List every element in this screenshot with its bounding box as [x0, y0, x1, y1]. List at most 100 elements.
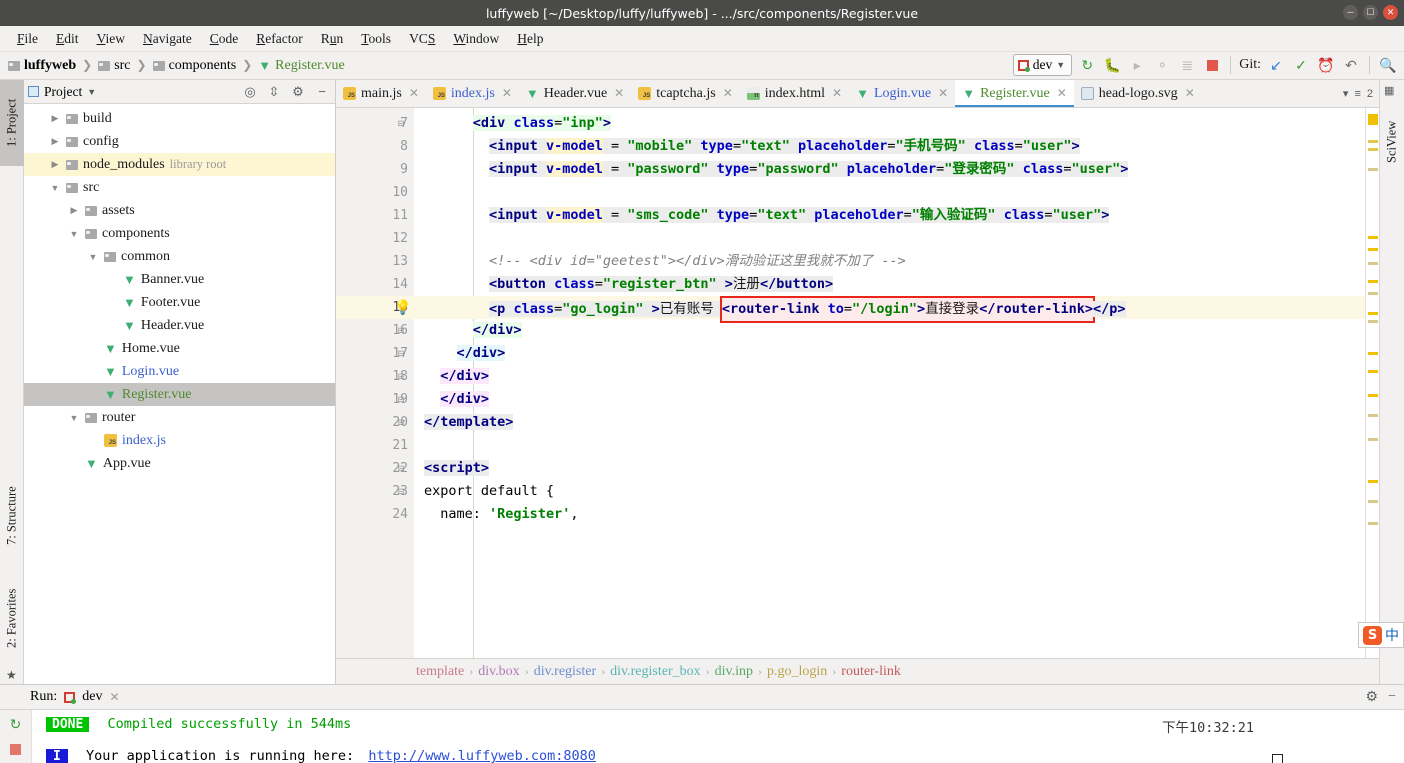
- ime-indicator[interactable]: S 中: [1358, 622, 1404, 648]
- close-icon[interactable]: ✕: [502, 86, 512, 101]
- project-tree[interactable]: ▶ build ▶ config ▶ node_modules library root ▼ s…: [24, 104, 335, 684]
- gutter-line[interactable]: 14: [336, 273, 414, 296]
- chevron-down-icon[interactable]: ▼: [68, 413, 80, 423]
- menu-help[interactable]: Help: [508, 28, 552, 50]
- run-tab-dev[interactable]: dev: [82, 689, 102, 705]
- code-breadcrumb-item[interactable]: div.box: [478, 664, 519, 680]
- gutter-line[interactable]: 13: [336, 250, 414, 273]
- minimize-button[interactable]: ─: [1343, 5, 1358, 20]
- sidebar-tab-favorites[interactable]: 2: Favorites: [0, 570, 24, 666]
- menu-code[interactable]: Code: [201, 28, 248, 50]
- tree-item-build[interactable]: ▶ build: [24, 107, 335, 130]
- gutter-line[interactable]: 18 ⊟: [336, 365, 414, 388]
- code-line[interactable]: name: 'Register',: [414, 503, 1365, 526]
- tree-item-login-vue[interactable]: ▼ Login.vue: [24, 360, 335, 383]
- close-button[interactable]: ✕: [1383, 5, 1398, 20]
- editor-tab-index-js[interactable]: JS index.js ✕: [426, 80, 519, 107]
- menu-file[interactable]: File: [8, 28, 47, 50]
- run-icon[interactable]: ↻: [1077, 55, 1097, 75]
- chevron-right-icon[interactable]: ▶: [49, 159, 61, 170]
- code-line[interactable]: <input v-model = "mobile" type="text" pl…: [414, 135, 1365, 158]
- gutter-line[interactable]: 20 ⊟: [336, 411, 414, 434]
- editor-gutter[interactable]: 7 ⊟ 8 9 10 11 12 13 14 15 💡 16 ⊟ 17 ⊟ 18 ⊟ 19 ⊟ 20 ⊟ 21 22 ⊟ 23 ⊟…: [336, 108, 414, 658]
- tree-item-src[interactable]: ▼ src: [24, 176, 335, 199]
- breadcrumb-item-file[interactable]: ▼ Register.vue: [258, 58, 344, 74]
- menu-refactor[interactable]: Refactor: [247, 28, 311, 50]
- run-with-icon[interactable]: ≣: [1177, 55, 1197, 75]
- editor-tab-tcaptcha-js[interactable]: JS tcaptcha.js ✕: [631, 80, 740, 107]
- editor-tab-overflow[interactable]: ▾ ≡ 2: [1343, 80, 1379, 107]
- chevron-down-icon[interactable]: ▼: [87, 252, 99, 262]
- search-icon[interactable]: 🔍: [1378, 55, 1398, 75]
- code-line[interactable]: </template>: [414, 411, 1365, 434]
- git-history-icon[interactable]: ⏰: [1316, 55, 1336, 75]
- code-breadcrumb-item[interactable]: div.register: [534, 664, 596, 680]
- code-line[interactable]: </div>: [414, 365, 1365, 388]
- code-breadcrumb-item[interactable]: p.go_login: [767, 664, 827, 680]
- menu-tools[interactable]: Tools: [352, 28, 400, 50]
- stop-icon[interactable]: [1202, 55, 1222, 75]
- menu-navigate[interactable]: Navigate: [134, 28, 201, 50]
- sidebar-tab-project[interactable]: 1: Project: [0, 80, 24, 166]
- run-console[interactable]: DONE Compiled successfully in 544ms I Yo…: [32, 710, 1404, 763]
- rerun-icon[interactable]: ↻: [6, 716, 26, 733]
- code-line[interactable]: <input v-model = "sms_code" type="text" …: [414, 204, 1365, 227]
- stop-icon[interactable]: [6, 743, 26, 755]
- code-line[interactable]: [414, 227, 1365, 250]
- grid-icon[interactable]: ▦: [1384, 84, 1394, 97]
- chevron-right-icon[interactable]: ▶: [49, 113, 61, 124]
- menu-vcs[interactable]: VCS: [400, 28, 444, 50]
- app-url-link[interactable]: http://www.luffyweb.com:8080: [368, 748, 596, 763]
- gutter-line[interactable]: 16 ⊟: [336, 319, 414, 342]
- code-breadcrumb-item[interactable]: template: [416, 664, 464, 680]
- gutter-line[interactable]: 11: [336, 204, 414, 227]
- close-icon[interactable]: ✕: [723, 86, 733, 101]
- gutter-line[interactable]: 9: [336, 158, 414, 181]
- code-breadcrumb-item[interactable]: div.inp: [715, 664, 753, 680]
- menu-view[interactable]: View: [88, 28, 134, 50]
- breadcrumb-item-project[interactable]: luffyweb: [8, 58, 76, 74]
- gear-icon[interactable]: ⚙: [1366, 689, 1379, 706]
- tree-item-index-js[interactable]: JS index.js: [24, 429, 335, 452]
- code-line[interactable]: <script>: [414, 457, 1365, 480]
- gear-icon[interactable]: ⚙: [289, 83, 307, 101]
- code-line[interactable]: <!-- <div id="geetest"></div>滑动验证这里我就不加了…: [414, 250, 1365, 273]
- tree-item-common[interactable]: ▼ common: [24, 245, 335, 268]
- menu-run[interactable]: Run: [312, 28, 353, 50]
- close-icon[interactable]: ✕: [1185, 86, 1195, 101]
- code-fold-icon[interactable]: ⊟: [398, 417, 404, 428]
- close-icon[interactable]: ✕: [832, 86, 842, 101]
- tree-item-config[interactable]: ▶ config: [24, 130, 335, 153]
- code-line[interactable]: </div>: [414, 342, 1365, 365]
- gutter-line[interactable]: 15 💡: [336, 296, 414, 319]
- code-fold-icon[interactable]: ⊟: [398, 371, 404, 382]
- gutter-line[interactable]: 10: [336, 181, 414, 204]
- tree-item-home-vue[interactable]: ▼ Home.vue: [24, 337, 335, 360]
- tree-item-banner-vue[interactable]: ▼ Banner.vue: [24, 268, 335, 291]
- gutter-line[interactable]: 7 ⊟: [336, 112, 414, 135]
- run-configuration-selector[interactable]: dev ▼: [1012, 54, 1073, 76]
- maximize-button[interactable]: ☐: [1363, 5, 1378, 20]
- code-line[interactable]: [414, 181, 1365, 204]
- gutter-line[interactable]: 17 ⊟: [336, 342, 414, 365]
- tree-item-register-vue[interactable]: ▼ Register.vue: [24, 383, 335, 406]
- code-fold-icon[interactable]: ⊟: [398, 325, 404, 336]
- editor-tab-main-js[interactable]: JS main.js ✕: [336, 80, 426, 107]
- code-line[interactable]: [414, 434, 1365, 457]
- coverage-icon[interactable]: ▸: [1127, 55, 1147, 75]
- locate-icon[interactable]: ◎: [241, 83, 259, 101]
- collapse-all-icon[interactable]: ⇳: [265, 83, 283, 101]
- chevron-right-icon[interactable]: ▶: [68, 205, 80, 216]
- code-line[interactable]: <div class="inp">: [414, 112, 1365, 135]
- git-update-icon[interactable]: ↙: [1266, 55, 1286, 75]
- breadcrumb-item-components[interactable]: components: [152, 58, 236, 74]
- editor-tab-login-vue[interactable]: ▼ Login.vue ✕: [849, 80, 955, 107]
- sidebar-tab-sciview[interactable]: SciView: [1380, 102, 1404, 182]
- code-fold-icon[interactable]: ⊟: [398, 394, 404, 405]
- menu-edit[interactable]: Edit: [47, 28, 88, 50]
- minimize-icon[interactable]: −: [1388, 689, 1396, 705]
- code-breadcrumb-item[interactable]: router-link: [841, 664, 901, 680]
- gutter-line[interactable]: 22 ⊟: [336, 457, 414, 480]
- code-line[interactable]: <p class="go_login" >已有账号 <router-link t…: [414, 296, 1365, 323]
- debug-icon[interactable]: 🐛: [1102, 55, 1122, 75]
